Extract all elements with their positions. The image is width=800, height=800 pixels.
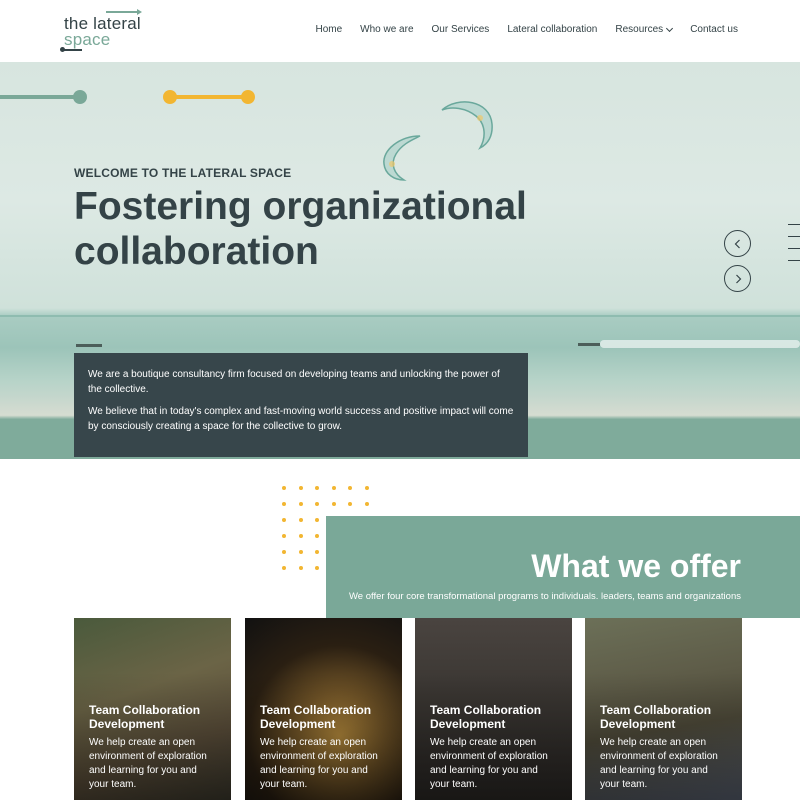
decor-dot	[298, 534, 303, 538]
decor-dot	[298, 550, 303, 554]
green-line-decor	[0, 90, 87, 104]
card-title: Team Collaboration Development	[600, 703, 712, 731]
main-nav: Home Who we are Our Services Lateral col…	[315, 24, 738, 35]
decor-dot	[298, 486, 303, 490]
program-card[interactable]: Team Collaboration Development We help c…	[74, 618, 231, 800]
offer-title: What we offer	[531, 548, 741, 584]
decor-dot	[282, 566, 286, 570]
decor-dot	[348, 486, 352, 490]
hero-section: WELCOME TO THE LATERAL SPACE Fostering o…	[0, 62, 800, 459]
decor-dot	[315, 534, 319, 538]
card-text: We help create an open environment of ex…	[89, 737, 207, 790]
program-card[interactable]: Team Collaboration Development We help c…	[245, 618, 402, 800]
chevron-left-icon	[734, 239, 740, 248]
side-menu-icon[interactable]	[788, 224, 800, 272]
kite-icon	[383, 135, 421, 181]
decor-dot	[331, 486, 336, 490]
nav-lateral-collaboration[interactable]: Lateral collaboration	[507, 24, 597, 35]
site-header: the lateral space Home Who we are Our Se…	[0, 0, 800, 62]
nav-who-we-are[interactable]: Who we are	[360, 24, 413, 35]
decor-dot	[348, 502, 352, 506]
decor-dot	[315, 566, 319, 570]
logo-underline	[60, 47, 82, 52]
decor-dot	[282, 534, 286, 538]
decor-dot	[315, 518, 319, 522]
card-title: Team Collaboration Development	[430, 703, 542, 731]
kitesurfer-figure	[76, 335, 102, 347]
nav-our-services[interactable]: Our Services	[432, 24, 490, 35]
hero-eyebrow: WELCOME TO THE LATERAL SPACE	[74, 166, 292, 180]
card-text: We help create an open environment of ex…	[430, 737, 548, 790]
intro-box: We are a boutique consultancy firm focus…	[74, 353, 528, 457]
decor-dot	[298, 566, 303, 570]
decor-dot	[364, 486, 369, 490]
yellow-line-decor	[163, 90, 255, 104]
decor-dot	[315, 550, 319, 554]
card-title: Team Collaboration Development	[260, 703, 372, 731]
logo-text-line2: space	[64, 30, 111, 49]
intro-paragraph: We believe that in today's complex and f…	[88, 406, 514, 432]
decor-dot	[282, 550, 286, 554]
decor-dot	[364, 502, 369, 506]
program-card[interactable]: Team Collaboration Development We help c…	[415, 618, 572, 800]
decor-dot	[298, 518, 303, 522]
slider-next-button[interactable]	[724, 265, 751, 292]
program-cards: Team Collaboration Development We help c…	[74, 618, 742, 800]
hero-headline: Fostering organizational collaboration	[74, 185, 527, 273]
slider-prev-button[interactable]	[724, 230, 751, 257]
horizon-decor	[0, 315, 800, 317]
offer-subtitle: We offer four core transformational prog…	[349, 591, 741, 602]
program-card[interactable]: Team Collaboration Development We help c…	[585, 618, 742, 800]
decor-dot	[282, 502, 286, 506]
decor-dot	[315, 486, 319, 490]
decor-dot	[298, 502, 303, 506]
card-text: We help create an open environment of ex…	[600, 737, 718, 790]
nav-resources-label: Resources	[615, 24, 664, 35]
wave-foam-decor	[600, 340, 800, 348]
kitesurfer-figure	[578, 334, 600, 346]
nav-home[interactable]: Home	[315, 24, 342, 35]
logo-arrow	[106, 9, 142, 15]
decor-dot	[282, 518, 286, 522]
decor-dot	[331, 502, 336, 506]
nav-resources[interactable]: Resources	[615, 24, 674, 35]
card-title: Team Collaboration Development	[89, 703, 201, 731]
decor-dot	[282, 486, 286, 490]
decor-dot	[315, 502, 319, 506]
kite-icon	[441, 101, 493, 150]
chevron-right-icon	[735, 274, 741, 283]
intro-paragraph: We are a boutique consultancy firm focus…	[88, 369, 500, 395]
logo[interactable]: the lateral space	[60, 8, 150, 54]
nav-contact-us[interactable]: Contact us	[690, 24, 738, 35]
card-text: We help create an open environment of ex…	[260, 737, 378, 790]
chevron-down-icon	[666, 24, 674, 32]
